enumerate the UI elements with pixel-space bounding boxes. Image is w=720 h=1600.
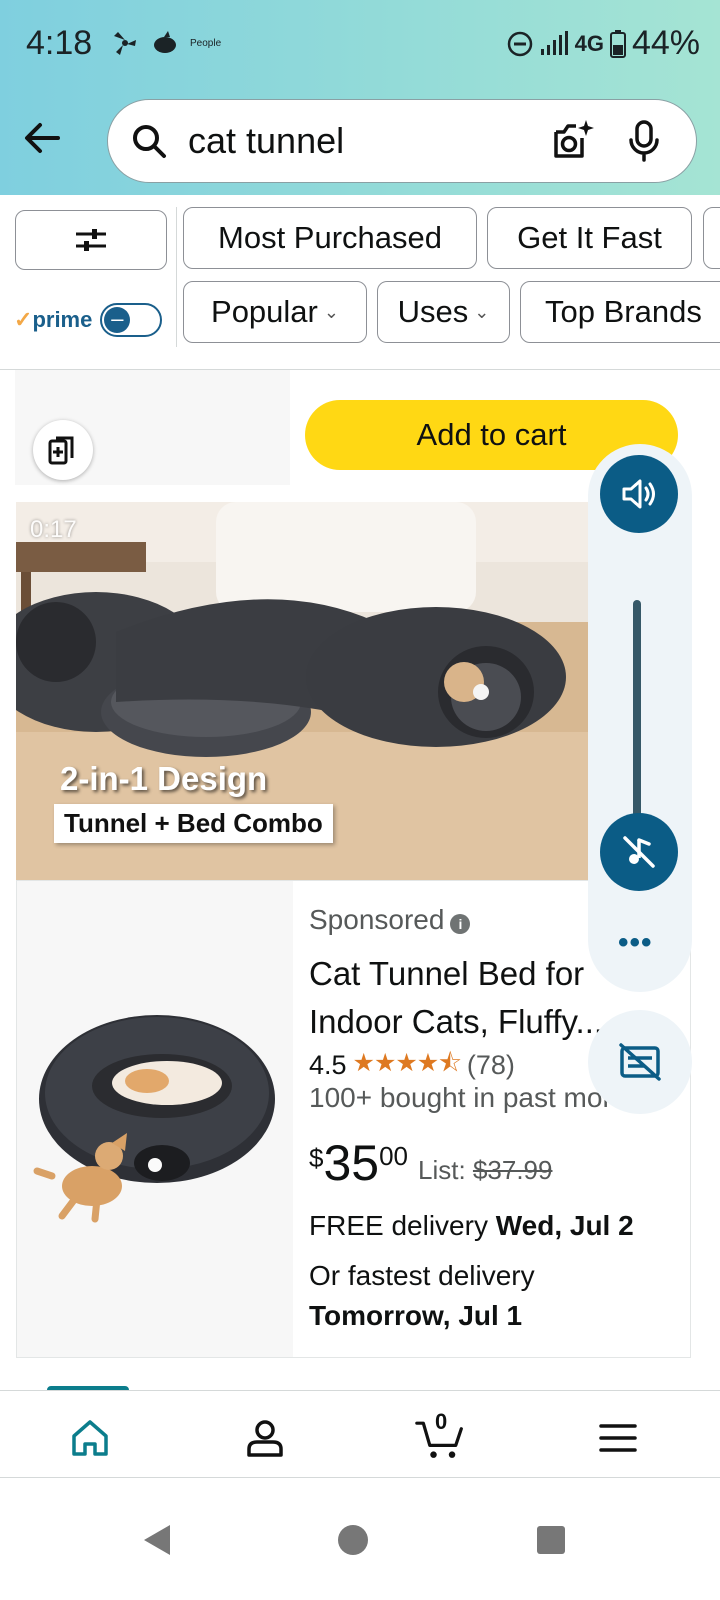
video-headline: 2-in-1 Design (60, 760, 268, 797)
fastest-delivery: Or fastest delivery Tomorrow, Jul 1 (309, 1256, 535, 1336)
star-rating-icon: ★★★★⯪ (352, 1049, 462, 1077)
captions-button[interactable] (588, 1010, 692, 1114)
list-price-value: $37.99 (472, 1155, 553, 1185)
fan-icon (114, 32, 136, 55)
volume-slider[interactable] (633, 600, 641, 830)
dnd-icon (507, 31, 532, 56)
video-timestamp: 0:17 (30, 516, 77, 543)
battery-percent: 44% (631, 24, 700, 62)
compare-button[interactable] (33, 420, 93, 480)
price-whole: 35 (323, 1135, 380, 1191)
hamburger-menu-icon (599, 1424, 637, 1452)
review-count: (78) (466, 1050, 515, 1080)
prime-toggle-switch[interactable]: – (100, 303, 163, 337)
rating-value: 4.5 (309, 1050, 347, 1080)
chevron-down-icon: ⌄ (474, 301, 490, 322)
bird-icon (154, 31, 176, 53)
search-bar[interactable]: cat tunnel (107, 99, 697, 183)
search-input[interactable]: cat tunnel (188, 120, 344, 162)
microphone-icon[interactable] (624, 118, 664, 164)
back-button[interactable] (20, 116, 64, 160)
sliders-icon (76, 229, 106, 251)
status-time: 4:18 (26, 24, 93, 62)
system-recents-icon[interactable] (534, 1522, 568, 1558)
system-back-icon[interactable] (140, 1522, 174, 1558)
back-arrow-icon (25, 123, 60, 153)
nav-menu[interactable] (593, 1413, 643, 1463)
search-icon (133, 125, 166, 158)
filter-chip-uses-label: Uses (397, 294, 469, 329)
header: 4:18 People 4G 44% cat tunnel (0, 0, 720, 195)
prime-filter-toggle[interactable]: ✓prime – (14, 303, 163, 337)
filter-chip-top-brands[interactable]: Top Brands (520, 281, 720, 343)
list-price-label: List: (418, 1155, 466, 1185)
filter-chip-get-it-fast[interactable]: Get It Fast (487, 207, 692, 269)
prime-logo: ✓prime (14, 307, 93, 332)
system-navigation-bar (0, 1478, 720, 1600)
filter-bar: ✓prime – Most Purchased Get It Fast Popu… (0, 195, 720, 370)
product-photo (33, 1015, 275, 1223)
video-subheadline: Tunnel + Bed Combo (54, 804, 333, 843)
speaker-icon (622, 479, 655, 509)
network-type: 4G (574, 30, 604, 56)
product-rating[interactable]: 4.5 ★★★★⯪ (78) (309, 1044, 515, 1087)
volume-button[interactable] (600, 455, 678, 533)
mute-button[interactable] (600, 813, 678, 891)
more-options-icon[interactable]: ••• (618, 926, 653, 960)
price-cents: 00 (379, 1141, 409, 1171)
signal-icon (540, 30, 568, 55)
filter-chip-uses[interactable]: Uses ⌄ (377, 281, 510, 343)
filter-divider (176, 207, 177, 347)
filter-chip-more[interactable] (703, 207, 720, 269)
home-icon (72, 1420, 108, 1456)
toggle-off-icon: – (104, 307, 131, 333)
people-app-label: People (190, 37, 222, 49)
list-price: List: $37.99 (418, 1155, 552, 1186)
system-home-icon[interactable] (336, 1522, 370, 1558)
price-currency: $ (309, 1143, 324, 1173)
free-delivery: FREE delivery Wed, Jul 2 (309, 1210, 634, 1242)
filter-chip-most-purchased[interactable]: Most Purchased (183, 207, 477, 269)
music-off-icon (623, 836, 655, 868)
filter-chip-popular-label: Popular (211, 294, 318, 329)
delivery-date: Wed, Jul 2 (495, 1210, 634, 1241)
bought-count: 100+ bought in past month (309, 1082, 609, 1113)
sponsored-label[interactable]: Sponsored i (309, 904, 471, 936)
cart-count: 0 (435, 1409, 448, 1434)
filter-chip-popular[interactable]: Popular ⌄ (183, 281, 367, 343)
battery-icon (609, 29, 626, 58)
filter-settings-button[interactable] (15, 210, 167, 270)
camera-search-icon[interactable] (550, 118, 596, 164)
status-right-icons: 4G 44% (507, 24, 700, 63)
captions-off-icon (619, 1043, 661, 1081)
nav-cart[interactable]: 0 (415, 1409, 465, 1463)
status-notification-icons: People (110, 28, 221, 58)
product-title[interactable]: Cat Tunnel Bed for Indoor Cats, Fluffy..… (309, 950, 609, 1046)
chevron-down-icon: ⌄ (323, 301, 339, 322)
status-bar: 4:18 People 4G 44% (0, 0, 720, 92)
compare-icon (48, 436, 74, 465)
nav-home[interactable] (65, 1413, 115, 1463)
info-icon[interactable]: i (450, 914, 471, 934)
delivery-label: FREE delivery (309, 1210, 488, 1241)
account-icon (247, 1420, 283, 1457)
product-price: $ 35 00 List: $37.99 (309, 1135, 552, 1191)
product-video[interactable]: 0:17 2-in-1 Design Tunnel + Bed Combo (16, 502, 590, 880)
nav-account[interactable] (240, 1413, 290, 1463)
fast-delivery-date: Tomorrow, Jul 1 (309, 1300, 523, 1331)
product-image[interactable] (17, 881, 293, 1357)
bottom-nav: 0 (0, 1390, 720, 1478)
fast-delivery-label: Or fastest delivery (309, 1260, 535, 1291)
sponsored-text: Sponsored (309, 904, 445, 935)
